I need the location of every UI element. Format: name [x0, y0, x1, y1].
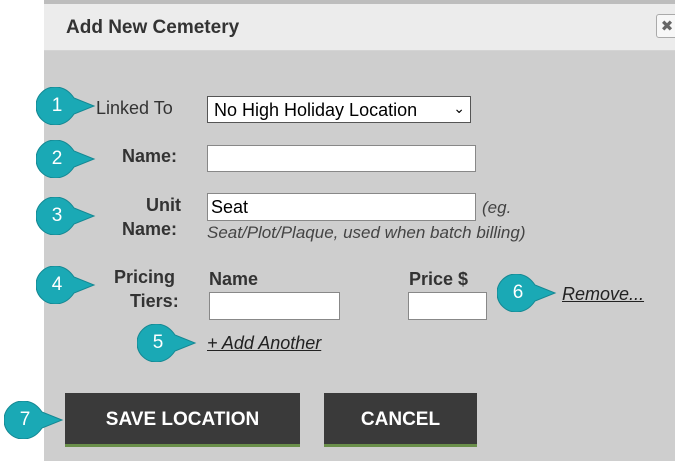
- callout-marker-7: 7: [4, 401, 64, 439]
- unit-name-label-line2: Name:: [122, 219, 178, 239]
- unit-name-hint-line2: Seat/Plot/Plaque, used when batch billin…: [207, 223, 526, 242]
- unit-name-label-line1: Unit: [146, 195, 181, 215]
- callout-marker-5: 5: [137, 324, 197, 362]
- close-icon[interactable]: ✖: [656, 14, 675, 38]
- name-input[interactable]: [207, 145, 476, 172]
- unit-name-hint-line1: (eg.: [482, 198, 512, 217]
- callout-number: 2: [51, 148, 63, 169]
- callout-number: 5: [152, 332, 164, 353]
- tier-price-input[interactable]: [408, 292, 487, 320]
- linked-to-selected-value: No High Holiday Location: [214, 100, 418, 120]
- dialog-title: Add New Cemetery: [66, 17, 240, 38]
- tier-name-input[interactable]: [209, 292, 340, 320]
- add-another-tier-link[interactable]: + Add Another: [207, 333, 321, 354]
- linked-to-select[interactable]: No High Holiday Location ⌄: [207, 96, 471, 123]
- callout-number: 6: [512, 282, 524, 303]
- cancel-button[interactable]: CANCEL: [324, 393, 477, 447]
- callout-marker-1: 1: [36, 87, 96, 125]
- callout-number: 3: [51, 205, 63, 226]
- pricing-tiers-label-line1: Pricing: [114, 267, 176, 287]
- remove-tier-link[interactable]: Remove...: [562, 284, 644, 305]
- tier-name-header: Name: [209, 269, 259, 289]
- callout-number: 4: [51, 274, 63, 295]
- pricing-tiers-label-line2: Tiers:: [130, 291, 179, 311]
- callout-number: 7: [19, 409, 31, 430]
- tier-price-header: Price $: [409, 269, 469, 289]
- name-label: Name:: [122, 146, 178, 166]
- callout-number: 1: [51, 95, 63, 116]
- dialog-titlebar: Add New Cemetery: [44, 4, 675, 51]
- chevron-down-icon: ⌄: [453, 100, 465, 116]
- linked-to-label: Linked To: [96, 98, 173, 118]
- callout-marker-3: 3: [36, 197, 96, 235]
- save-location-button[interactable]: SAVE LOCATION: [65, 393, 300, 447]
- callout-marker-2: 2: [36, 140, 96, 178]
- unit-name-input[interactable]: Seat: [207, 193, 476, 221]
- callout-marker-6: 6: [497, 274, 557, 312]
- callout-marker-4: 4: [36, 266, 96, 304]
